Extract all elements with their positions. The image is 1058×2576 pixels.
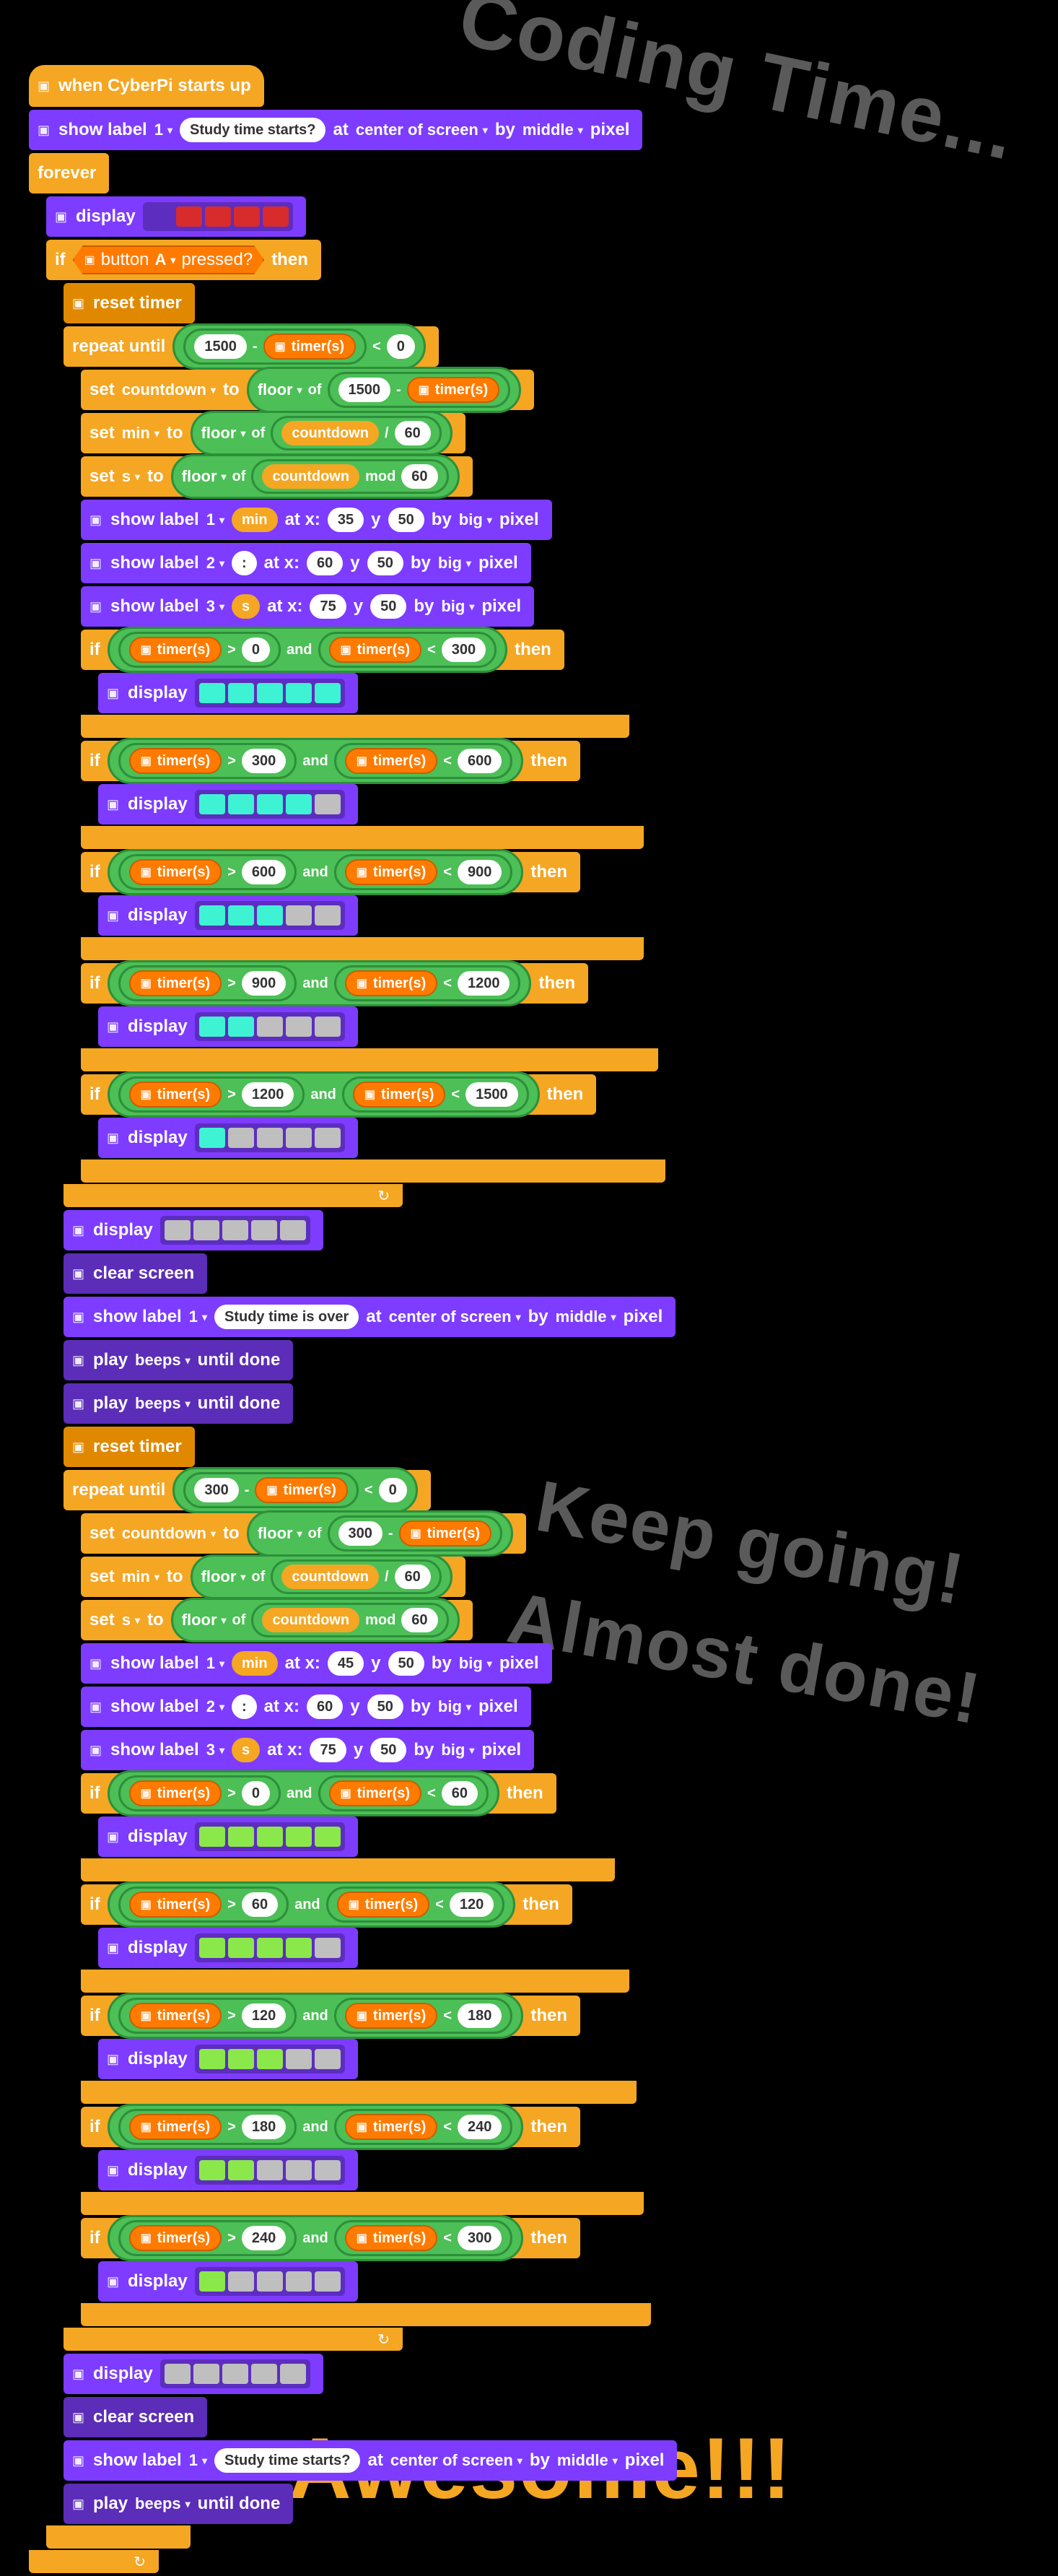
set-min-break[interactable]: set min to floorof countdown/60	[81, 1557, 465, 1597]
show-label-min-break[interactable]: show label 1 min at x: 45 y 50 by big pi…	[81, 1643, 552, 1684]
play-beeps-1[interactable]: play beeps until done	[64, 1340, 293, 1380]
if-timer-900-1200[interactable]: if timer(s)>900 and timer(s)<1200 then	[81, 963, 588, 1004]
if-timer-600-900[interactable]: if timer(s)>600 and timer(s)<900 then	[81, 852, 580, 892]
set-countdown-break[interactable]: set countdown to floor of 300 - timer(s)	[81, 1513, 526, 1554]
display-led-red[interactable]: display	[46, 196, 306, 237]
play-beeps-2[interactable]: play beeps until done	[64, 1383, 293, 1424]
display-lime-4[interactable]: display	[98, 1928, 358, 1968]
display-cyan-5[interactable]: display	[98, 673, 358, 713]
if-cap	[81, 1858, 615, 1881]
display-cyan-4[interactable]: display	[98, 784, 358, 824]
if-timer-240-300[interactable]: if timer(s)>240 and timer(s)<300 then	[81, 2218, 580, 2258]
if-cap-end	[46, 2525, 191, 2549]
if-cap	[81, 2192, 644, 2215]
show-label-s-break[interactable]: show label 3 s at x: 75 y 50 by big pixe…	[81, 1730, 534, 1770]
display-lime-3[interactable]: display	[98, 2039, 358, 2079]
op-lt[interactable]: 1500 - timer(s) < 0	[172, 323, 425, 370]
show-label-starts-again[interactable]: show label 1 Study time starts? at cente…	[64, 2440, 677, 2481]
reset-timer-2[interactable]: reset timer	[64, 1427, 195, 1467]
if-cap	[81, 2081, 637, 2104]
if-cap	[81, 1970, 629, 1993]
label-index-dd[interactable]: 1	[154, 121, 172, 139]
if-timer-300-600[interactable]: if timer(s)>300 and timer(s)<600 then	[81, 741, 580, 781]
clear-screen-2[interactable]: clear screen	[64, 2397, 207, 2437]
display-cyan-3[interactable]: display	[98, 895, 358, 936]
position-dd[interactable]: center of screen	[356, 121, 488, 139]
if-cap	[81, 826, 644, 849]
display-cyan-1[interactable]: display	[98, 1118, 358, 1158]
if-timer-0-300[interactable]: if timer(s)>0 and timer(s)<300 then	[81, 630, 564, 670]
show-label-start[interactable]: show label 1 Study time starts? at cente…	[29, 110, 642, 150]
repeat-cap-2: ↻	[64, 2328, 403, 2351]
play-beeps-3[interactable]: play beeps until done	[64, 2484, 293, 2524]
display-grey-all-1[interactable]: display	[64, 1210, 323, 1250]
if-cap	[81, 1159, 665, 1183]
show-label-s[interactable]: show label 3 s at x: 75 y 50 by big pixe…	[81, 586, 534, 627]
if-cap	[81, 2303, 651, 2326]
if-timer-0-60[interactable]: if timer(s)>0 and timer(s)<60 then	[81, 1773, 556, 1814]
display-lime-1[interactable]: display	[98, 2261, 358, 2302]
op-minus[interactable]: 1500 - timer(s)	[183, 328, 367, 365]
set-min[interactable]: set min to floor of countdown / 60	[81, 413, 465, 453]
if-timer-120-180[interactable]: if timer(s)>120 and timer(s)<180 then	[81, 1996, 580, 2036]
timer-reporter[interactable]: timer(s)	[263, 334, 356, 360]
label-text-input[interactable]: Study time starts?	[180, 118, 325, 142]
block-stack: when CyberPi starts up show label 1 Stud…	[29, 65, 677, 2576]
set-s-break[interactable]: set s to floorof countdownmod60	[81, 1600, 473, 1640]
display-lime-2[interactable]: display	[98, 2150, 358, 2190]
clear-screen-1[interactable]: clear screen	[64, 1253, 207, 1294]
led-strip[interactable]	[143, 202, 293, 231]
if-timer-1200-1500[interactable]: if timer(s)>1200 and timer(s)<1500 then	[81, 1074, 596, 1115]
if-timer-60-120[interactable]: if timer(s)>60 and timer(s)<120 then	[81, 1884, 572, 1925]
display-lime-5[interactable]: display	[98, 1816, 358, 1857]
show-label-colon-break[interactable]: show label 2 : at x: 60 y 50 by big pixe…	[81, 1687, 531, 1727]
repeat-until-break[interactable]: repeat until 300 - timer(s) < 0	[64, 1470, 431, 1510]
if-button-a[interactable]: if button A pressed? then	[46, 240, 321, 280]
forever-block[interactable]: forever	[29, 153, 109, 193]
if-cap	[81, 937, 644, 960]
display-cyan-2[interactable]: display	[98, 1006, 358, 1047]
if-cap	[81, 1048, 658, 1071]
display-grey-all-2[interactable]: display	[64, 2354, 323, 2394]
if-cap	[81, 715, 629, 738]
forever-cap: ↻	[29, 2550, 159, 2573]
repeat-cap: ↻	[64, 1184, 403, 1207]
button-pressed-bool[interactable]: button A pressed?	[73, 245, 265, 274]
show-label-min[interactable]: show label 1 min at x: 35 y 50 by big pi…	[81, 500, 552, 540]
hat-when-cyberpi-starts[interactable]: when CyberPi starts up	[29, 65, 264, 107]
set-s[interactable]: set s to floor of countdown mod 60	[81, 456, 473, 497]
if-timer-180-240[interactable]: if timer(s)>180 and timer(s)<240 then	[81, 2107, 580, 2147]
align-dd[interactable]: middle	[523, 121, 583, 139]
repeat-until-study[interactable]: repeat until 1500 - timer(s) < 0	[64, 326, 439, 367]
show-label-study-over[interactable]: show label 1 Study time is over at cente…	[64, 1297, 676, 1337]
set-countdown[interactable]: set countdown to floor of 1500 - timer(s…	[81, 370, 534, 410]
reset-timer[interactable]: reset timer	[64, 283, 195, 323]
show-label-colon[interactable]: show label 2 : at x: 60 y 50 by big pixe…	[81, 543, 531, 583]
